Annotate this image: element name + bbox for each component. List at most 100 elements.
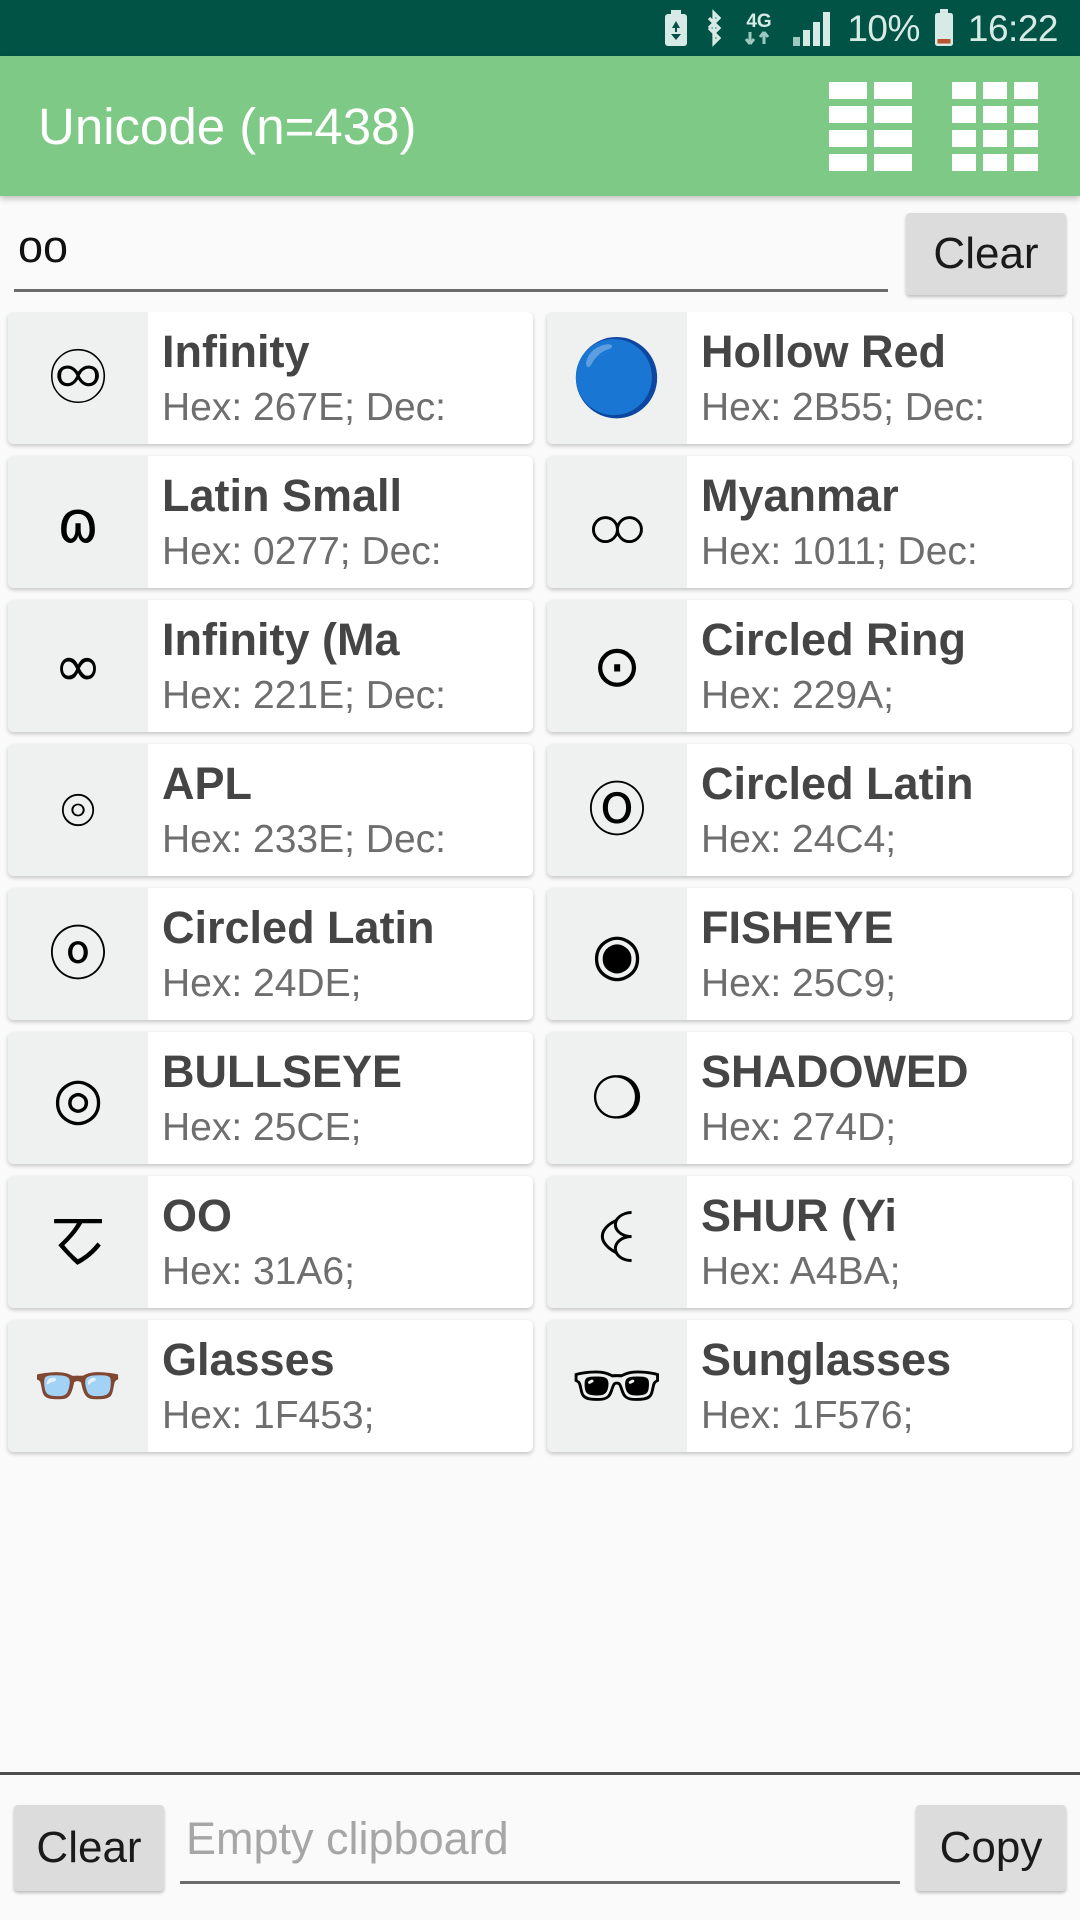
list-row: 👓 Glasses Hex: 1F453; 🕶 Sunglasses Hex: … (8, 1320, 1072, 1452)
svg-text:4G: 4G (747, 11, 772, 32)
glyph-icon: ♾ (8, 312, 148, 444)
view-two-column-icon[interactable] (829, 81, 912, 171)
list-item-subtitle: Hex: 1011; Dec: (701, 529, 978, 573)
list-row: ⓞ Circled Latin Hex: 24DE; ◉ FISHEYE Hex… (8, 888, 1072, 1020)
glyph-icon: 🔵 (547, 312, 687, 444)
list-item-subtitle: Hex: 24C4; (701, 817, 897, 861)
clipboard-underline (180, 1881, 900, 1884)
list-item-body: SHUR (Yi Hex: A4BA; (687, 1176, 1072, 1308)
list-item[interactable]: Ⓞ Circled Latin Hex: 24C4; (547, 744, 1072, 876)
list-item[interactable]: ◎ BULLSEYE Hex: 25CE; (8, 1032, 533, 1164)
glyph-icon: ⊙ (547, 600, 687, 732)
list-row: ♾ Infinity Hex: 267E; Dec: 🔵 Hollow Red … (8, 312, 1072, 444)
copy-button[interactable]: Copy (916, 1804, 1066, 1891)
list-item-body: Glasses Hex: 1F453; (148, 1320, 533, 1452)
list-item-subtitle: Hex: 229A; (701, 673, 894, 717)
list-item-body: Myanmar Hex: 1011; Dec: (687, 456, 1072, 588)
list-item[interactable]: ♾ Infinity Hex: 267E; Dec: (8, 312, 533, 444)
list-row: ㆦ OO Hex: 31A6; ꒊ SHUR (Yi Hex: A4BA; (8, 1176, 1072, 1308)
list-item-subtitle: Hex: 25CE; (162, 1105, 362, 1149)
list-item[interactable]: ⊙ Circled Ring Hex: 229A; (547, 600, 1072, 732)
list-item-subtitle: Hex: 0277; Dec: (162, 529, 442, 573)
page-title: Unicode (n=438) (38, 97, 417, 155)
list-item-body: FISHEYE Hex: 25C9; (687, 888, 1072, 1020)
list-item-body: SHADOWED Hex: 274D; (687, 1032, 1072, 1164)
list-row: ∞ Infinity (Ma Hex: 221E; Dec: ⊙ Circled… (8, 600, 1072, 732)
list-item-title: Hollow Red (701, 325, 946, 377)
list-item-subtitle: Hex: 267E; Dec: (162, 385, 446, 429)
list-item[interactable]: ⌾ APL Hex: 233E; Dec: (8, 744, 533, 876)
list-item[interactable]: ◉ FISHEYE Hex: 25C9; (547, 888, 1072, 1020)
list-item-title: Sunglasses (701, 1333, 952, 1385)
list-item-body: Infinity (Ma Hex: 221E; Dec: (148, 600, 533, 732)
list-item[interactable]: ㆦ OO Hex: 31A6; (8, 1176, 533, 1308)
glyph-icon: ◉ (547, 888, 687, 1020)
unicode-list[interactable]: ♾ Infinity Hex: 267E; Dec: 🔵 Hollow Red … (0, 312, 1080, 1772)
list-item-title: OO (162, 1189, 233, 1241)
list-item-title: Glasses (162, 1333, 335, 1385)
search-input[interactable] (14, 216, 888, 289)
clear-clipboard-button[interactable]: Clear (14, 1804, 164, 1891)
glyph-icon: ❍ (547, 1032, 687, 1164)
app-bar-actions (829, 81, 1038, 171)
clipboard-bar: Clear Copy (0, 1772, 1080, 1920)
search-bar: Clear (0, 196, 1080, 312)
list-item-title: APL (162, 757, 252, 809)
list-item-subtitle: Hex: 2B55; Dec: (701, 385, 985, 429)
list-item-subtitle: Hex: 24DE; (162, 961, 362, 1005)
4g-data-icon: 4G (739, 8, 779, 48)
list-item-body: Latin Small Hex: 0277; Dec: (148, 456, 533, 588)
list-item-subtitle: Hex: 274D; (701, 1105, 897, 1149)
list-item-subtitle: Hex: 221E; Dec: (162, 673, 446, 717)
list-item-body: Hollow Red Hex: 2B55; Dec: (687, 312, 1072, 444)
list-item-subtitle: Hex: 1F576; (701, 1393, 914, 1437)
glyph-icon: ∞ (8, 600, 148, 732)
list-item-title: BULLSEYE (162, 1045, 403, 1097)
list-item[interactable]: ɷ Latin Small Hex: 0277; Dec: (8, 456, 533, 588)
view-three-column-icon[interactable] (952, 81, 1038, 171)
status-bar: 4G 10% 16:22 (0, 0, 1080, 56)
glyph-icon: ㆦ (8, 1176, 148, 1308)
glyph-icon: Ⓞ (547, 744, 687, 876)
glyph-icon: ꒊ (547, 1176, 687, 1308)
list-item-title: Circled Ring (701, 613, 967, 665)
search-field-wrapper (14, 216, 888, 292)
clipboard-field-wrapper (180, 1811, 900, 1884)
battery-percent-label: 10% (847, 7, 920, 49)
list-item[interactable]: 👓 Glasses Hex: 1F453; (8, 1320, 533, 1452)
glyph-icon: ◎ (8, 1032, 148, 1164)
list-item-body: OO Hex: 31A6; (148, 1176, 533, 1308)
list-item-subtitle: Hex: 31A6; (162, 1249, 355, 1293)
list-row: ⌾ APL Hex: 233E; Dec: Ⓞ Circled Latin He… (8, 744, 1072, 876)
glyph-icon: ထ (547, 456, 687, 588)
battery-saver-icon (663, 10, 689, 46)
list-item-title: Latin Small (162, 469, 403, 521)
battery-icon (933, 9, 955, 47)
list-item[interactable]: ⓞ Circled Latin Hex: 24DE; (8, 888, 533, 1020)
list-item-subtitle: Hex: 233E; Dec: (162, 817, 446, 861)
list-item[interactable]: ∞ Infinity (Ma Hex: 221E; Dec: (8, 600, 533, 732)
list-item-body: Circled Ring Hex: 229A; (687, 600, 1072, 732)
app-bar: Unicode (n=438) (0, 56, 1080, 196)
signal-bars-icon (792, 9, 834, 47)
glyph-icon: 👓 (8, 1320, 148, 1452)
list-item-body: Sunglasses Hex: 1F576; (687, 1320, 1072, 1452)
clipboard-input[interactable] (180, 1811, 900, 1881)
list-item-body: Circled Latin Hex: 24C4; (687, 744, 1072, 876)
list-item-body: Circled Latin Hex: 24DE; (148, 888, 533, 1020)
glyph-icon: ⌾ (8, 744, 148, 876)
list-item[interactable]: ꒊ SHUR (Yi Hex: A4BA; (547, 1176, 1072, 1308)
list-item-subtitle: Hex: A4BA; (701, 1249, 901, 1293)
list-item[interactable]: 🕶 Sunglasses Hex: 1F576; (547, 1320, 1072, 1452)
list-item-title: Myanmar (701, 469, 899, 521)
list-item-subtitle: Hex: 1F453; (162, 1393, 375, 1437)
list-item-body: APL Hex: 233E; Dec: (148, 744, 533, 876)
list-item[interactable]: ထ Myanmar Hex: 1011; Dec: (547, 456, 1072, 588)
list-item[interactable]: 🔵 Hollow Red Hex: 2B55; Dec: (547, 312, 1072, 444)
list-item-title: Infinity (Ma (162, 613, 400, 665)
clear-search-button[interactable]: Clear (906, 213, 1066, 295)
list-item-subtitle: Hex: 25C9; (701, 961, 897, 1005)
list-item[interactable]: ❍ SHADOWED Hex: 274D; (547, 1032, 1072, 1164)
glyph-icon: ⓞ (8, 888, 148, 1020)
list-row: ◎ BULLSEYE Hex: 25CE; ❍ SHADOWED Hex: 27… (8, 1032, 1072, 1164)
